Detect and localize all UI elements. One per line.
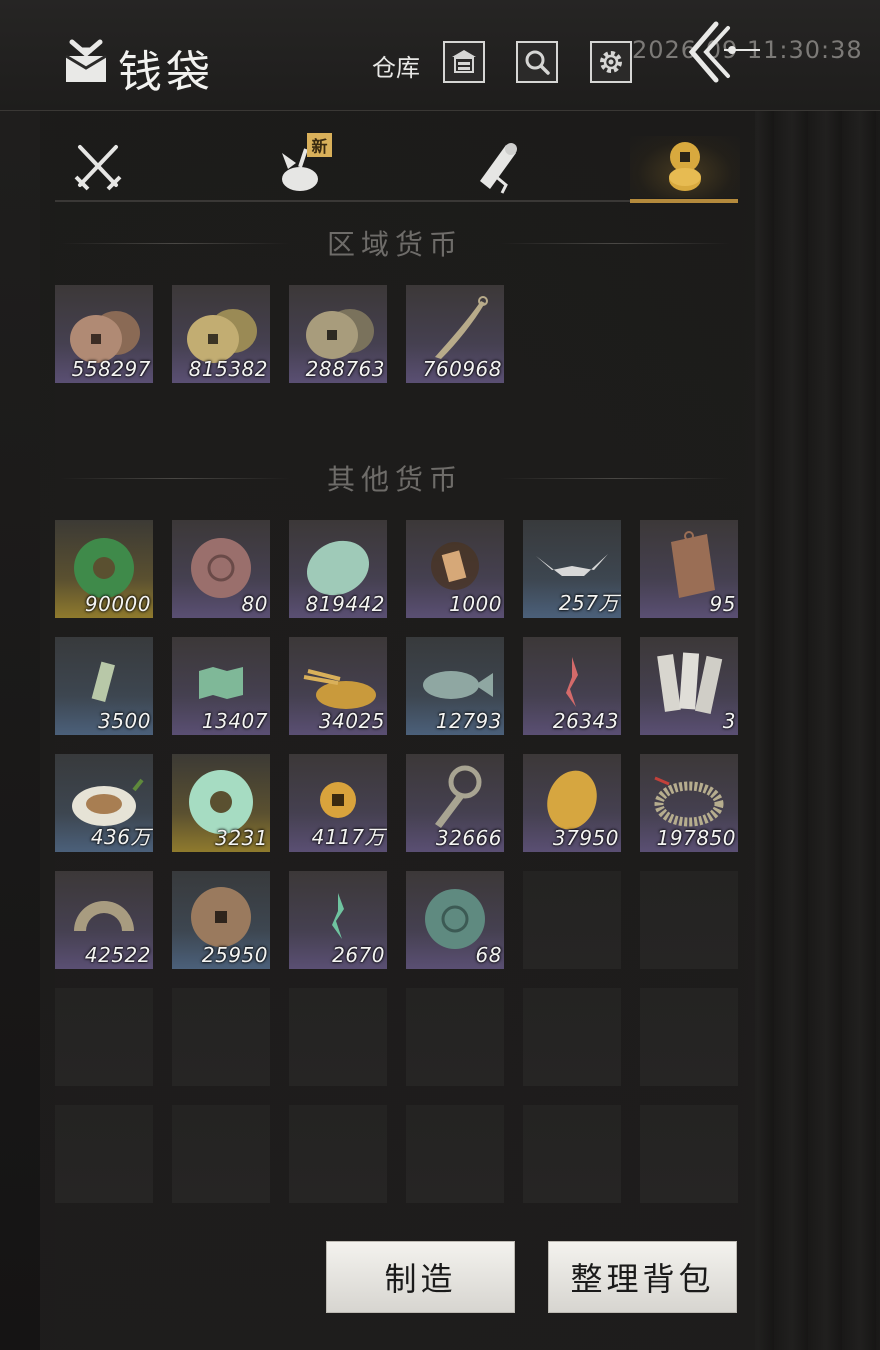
currency-slot[interactable]: 815382 — [172, 285, 270, 383]
currency-slot[interactable]: 90000 — [55, 520, 153, 618]
currency-slot[interactable]: 95 — [640, 520, 738, 618]
empty-slot — [406, 1105, 504, 1203]
currency-slot[interactable]: 37950 — [523, 754, 621, 852]
tab-currency[interactable] — [630, 136, 740, 198]
currency-slot[interactable]: 4117万 — [289, 754, 387, 852]
item-count: 32666 — [435, 826, 502, 850]
page-title: 钱袋 — [118, 47, 214, 98]
currency-slot[interactable]: 257万 — [523, 520, 621, 618]
coins-icon — [669, 142, 701, 191]
item-count: 3231 — [215, 826, 268, 850]
item-count: 25950 — [201, 943, 268, 967]
settings-button[interactable] — [590, 41, 632, 83]
empty-slot — [640, 1105, 738, 1203]
background-curtain — [740, 0, 880, 1350]
new-badge: 新 — [307, 133, 332, 157]
item-count: 558297 — [71, 357, 151, 381]
empty-slot — [289, 988, 387, 1086]
currency-slot[interactable]: 3500 — [55, 637, 153, 735]
gear-icon — [600, 51, 622, 73]
item-count: 815382 — [188, 357, 268, 381]
currency-slot[interactable]: 1000 — [406, 520, 504, 618]
empty-slot — [523, 1105, 621, 1203]
item-count: 257万 — [558, 591, 619, 615]
item-count: 42522 — [84, 943, 151, 967]
currency-slot[interactable]: 42522 — [55, 871, 153, 969]
currency-slot[interactable]: 34025 — [289, 637, 387, 735]
currency-slot[interactable]: 819442 — [289, 520, 387, 618]
currency-slot[interactable]: 197850 — [640, 754, 738, 852]
crossed-swords-icon — [74, 145, 122, 191]
currency-slot[interactable]: 26343 — [523, 637, 621, 735]
item-count: 3 — [722, 709, 736, 733]
search-button[interactable] — [516, 41, 558, 83]
warehouse-icon — [452, 50, 476, 73]
empty-slot — [406, 988, 504, 1086]
tab-active-indicator — [630, 199, 738, 203]
item-count: 80 — [241, 592, 268, 616]
currency-slot[interactable]: 12793 — [406, 637, 504, 735]
item-count: 197850 — [656, 826, 736, 850]
item-count: 819442 — [305, 592, 385, 616]
currency-slot[interactable]: 3231 — [172, 754, 270, 852]
tab-scrolls[interactable] — [466, 136, 526, 198]
money-bag-icon — [65, 39, 107, 82]
empty-slot — [55, 988, 153, 1086]
item-count: 2670 — [332, 943, 385, 967]
item-count: 26343 — [552, 709, 619, 733]
item-count: 288763 — [305, 357, 385, 381]
item-count: 13407 — [201, 709, 268, 733]
item-count: 4117万 — [311, 825, 385, 849]
currency-slot[interactable]: 13407 — [172, 637, 270, 735]
back-arrow-icon[interactable] — [680, 18, 770, 88]
empty-slot — [55, 1105, 153, 1203]
section-title-other: 其他货币 — [326, 463, 463, 496]
currency-slot[interactable]: 80 — [172, 520, 270, 618]
item-count: 68 — [475, 943, 502, 967]
scroll-icon — [480, 143, 517, 194]
tab-equipment[interactable] — [68, 136, 128, 198]
item-count: 760968 — [422, 357, 502, 381]
currency-slot[interactable]: 25950 — [172, 871, 270, 969]
empty-slot — [289, 1105, 387, 1203]
currency-slot[interactable]: 436万 — [55, 754, 153, 852]
item-count: 90000 — [84, 592, 151, 616]
warehouse-button[interactable] — [443, 41, 485, 83]
item-count: 95 — [709, 592, 736, 616]
empty-slot — [172, 988, 270, 1086]
currency-slot[interactable]: 2670 — [289, 871, 387, 969]
item-count: 1000 — [449, 592, 502, 616]
empty-slot — [640, 871, 738, 969]
currency-slot[interactable]: 68 — [406, 871, 504, 969]
item-count: 37950 — [552, 826, 619, 850]
currency-slot[interactable]: 288763 — [289, 285, 387, 383]
search-icon — [525, 50, 550, 75]
currency-slot[interactable]: 3 — [640, 637, 738, 735]
currency-slot[interactable]: 558297 — [55, 285, 153, 383]
item-count: 34025 — [318, 709, 385, 733]
paper-slips-icon — [657, 652, 723, 715]
section-title-regional: 区域货币 — [326, 228, 463, 261]
empty-slot — [172, 1105, 270, 1203]
item-count: 436万 — [90, 825, 151, 849]
item-count: 12793 — [435, 709, 502, 733]
empty-slot — [640, 988, 738, 1086]
currency-slot[interactable]: 32666 — [406, 754, 504, 852]
warehouse-label[interactable]: 仓库 — [372, 48, 420, 83]
craft-button[interactable]: 制造 — [326, 1241, 515, 1313]
empty-slot — [523, 871, 621, 969]
item-count: 3500 — [98, 709, 151, 733]
empty-slot — [523, 988, 621, 1086]
sort-bag-button[interactable]: 整理背包 — [548, 1241, 737, 1313]
currency-slot[interactable]: 760968 — [406, 285, 504, 383]
